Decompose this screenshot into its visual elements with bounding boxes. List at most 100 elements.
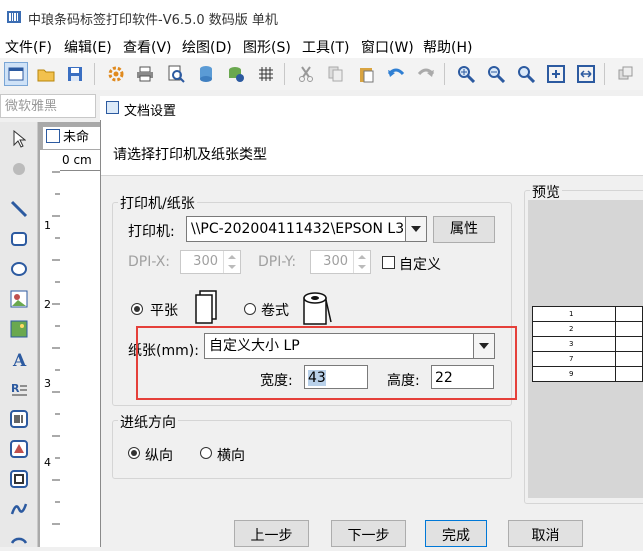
dpi-x-input[interactable]: 300 [180, 250, 241, 274]
printer-label: 打印机: [128, 224, 175, 240]
fit-width-icon[interactable] [574, 62, 598, 86]
document-icon [46, 129, 60, 143]
zoom-out-icon[interactable] [484, 62, 508, 86]
line-tool-icon[interactable] [8, 198, 30, 220]
dpi-y-spinner[interactable] [353, 251, 370, 273]
vertical-ruler: 1 2 3 4 [40, 150, 61, 547]
dpi-x-value: 300 [193, 254, 218, 269]
cancel-button[interactable]: 取消 [508, 520, 583, 547]
portrait-label: 纵向 [145, 448, 173, 464]
barcode-tool-icon[interactable] [8, 408, 30, 430]
app-logo-icon [6, 9, 22, 25]
dpi-x-label: DPI-X: [128, 254, 171, 270]
save-icon[interactable] [63, 62, 87, 86]
paste-icon[interactable] [354, 62, 378, 86]
custom-dpi-checkbox[interactable] [382, 256, 395, 269]
preview-row: 3 [532, 336, 643, 352]
rectangle-tool-icon[interactable] [8, 228, 30, 250]
rich-text-tool-icon[interactable]: R [8, 378, 30, 400]
settings-gear-icon[interactable] [104, 62, 128, 86]
menu-edit[interactable]: 编辑(E) [64, 37, 112, 57]
preview-row: 1 [532, 306, 643, 322]
menu-draw[interactable]: 绘图(D) [182, 37, 232, 57]
layer-icon[interactable] [614, 62, 638, 86]
print-preview-icon[interactable] [164, 62, 188, 86]
new-document-icon[interactable] [4, 62, 28, 86]
dialog-heading: 请选择打印机及纸张类型 [113, 147, 267, 163]
ruler-origin-label: 0 cm [62, 153, 92, 167]
ruler-mark-4: 4 [44, 456, 51, 469]
menu-tools[interactable]: 工具(T) [302, 37, 349, 57]
zoom-in-icon[interactable] [454, 62, 478, 86]
svg-text:R: R [11, 382, 20, 395]
database-connect-icon[interactable] [224, 62, 248, 86]
ruler-mark-1: 1 [44, 219, 51, 232]
left-toolbox: A R [0, 122, 38, 547]
landscape-radio[interactable] [200, 447, 212, 459]
label-paper [60, 171, 100, 547]
menu-bar: 文件(F) 编辑(E) 查看(V) 绘图(D) 图形(S) 工具(T) 窗口(W… [0, 34, 643, 58]
chevron-down-icon[interactable] [405, 217, 426, 241]
preview-label: 预览 [530, 182, 562, 202]
picture-tool-icon[interactable] [8, 318, 30, 340]
flat-sheet-icon [194, 290, 218, 328]
dialog-title: 文档设置 [124, 104, 177, 119]
preview-row: 9 [532, 366, 643, 382]
dpi-y-input[interactable]: 300 [310, 250, 371, 274]
toolbar [0, 58, 643, 91]
roll-label: 卷式 [261, 303, 289, 319]
text-tool-icon[interactable]: A [8, 348, 30, 370]
fit-page-icon[interactable] [544, 62, 568, 86]
dpi-x-spinner[interactable] [223, 251, 240, 273]
dialog-title-bar: 文档设置 [100, 96, 643, 120]
image-tool-icon[interactable] [8, 288, 30, 310]
open-folder-icon[interactable] [34, 62, 58, 86]
shape-tool-icon[interactable] [8, 438, 30, 460]
next-button[interactable]: 下一步 [331, 520, 406, 547]
preview-row: 7 [532, 351, 643, 367]
grid-icon[interactable] [254, 62, 278, 86]
database-icon[interactable] [194, 62, 218, 86]
finish-button[interactable]: 完成 [425, 520, 487, 547]
preview-row: 2 [532, 321, 643, 337]
curve-tool-icon[interactable] [8, 498, 30, 520]
flat-sheet-label: 平张 [150, 303, 178, 319]
copy-icon[interactable] [324, 62, 348, 86]
cut-icon[interactable] [294, 62, 318, 86]
dpi-y-label: DPI-Y: [258, 254, 297, 270]
printer-paper-group-label: 打印机/纸张 [118, 193, 197, 213]
prev-button[interactable]: 上一步 [234, 520, 309, 547]
title-bar: 中琅条码标签打印软件-V6.5.0 数码版 单机 [0, 0, 643, 35]
redo-icon[interactable] [414, 62, 438, 86]
menu-window[interactable]: 窗口(W) [361, 37, 414, 57]
zoom-actual-icon[interactable] [514, 62, 538, 86]
arc-tool-icon[interactable] [8, 525, 30, 547]
custom-dpi-label: 自定义 [399, 257, 441, 273]
font-family-select[interactable]: 微软雅黑 [0, 94, 96, 118]
roll-radio[interactable] [244, 303, 256, 315]
printer-select[interactable]: \\PC-202004111432\EPSON L3... [186, 216, 427, 242]
roll-paper-icon [300, 292, 334, 330]
menu-help[interactable]: 帮助(H) [423, 37, 472, 57]
flat-sheet-radio[interactable] [131, 303, 143, 315]
dpi-y-value: 300 [323, 254, 348, 269]
window-title: 中琅条码标签打印软件-V6.5.0 数码版 单机 [28, 13, 278, 28]
qrcode-tool-icon[interactable] [8, 468, 30, 490]
ruler-mark-3: 3 [44, 377, 51, 390]
feed-direction-group-label: 进纸方向 [118, 412, 178, 432]
select-pointer-icon[interactable] [8, 128, 30, 150]
menu-shape[interactable]: 图形(S) [243, 37, 291, 57]
menu-view[interactable]: 查看(V) [123, 37, 172, 57]
printer-properties-button[interactable]: 属性 [433, 216, 495, 243]
portrait-radio[interactable] [128, 447, 140, 459]
ellipse-tool-icon[interactable] [8, 258, 30, 280]
undo-icon[interactable] [384, 62, 408, 86]
print-icon[interactable] [133, 62, 157, 86]
rotate-icon[interactable] [8, 158, 30, 180]
document-tab[interactable]: 未命名 [42, 126, 102, 167]
landscape-label: 横向 [217, 448, 245, 464]
printer-select-value: \\PC-202004111432\EPSON L3... [191, 221, 418, 237]
menu-file[interactable]: 文件(F) [5, 37, 52, 57]
svg-text:A: A [12, 351, 27, 368]
horizontal-ruler: 0 cm [60, 150, 100, 171]
